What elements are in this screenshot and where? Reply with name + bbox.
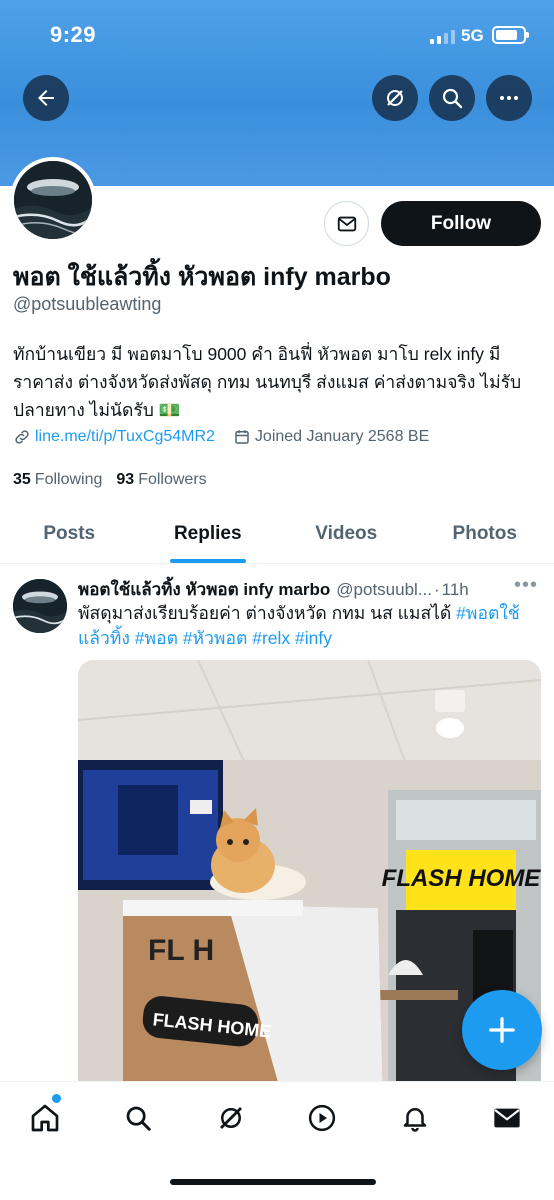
status-bar: 9:29 5G — [0, 0, 554, 70]
more-button[interactable] — [486, 75, 532, 121]
tweet-author-handle[interactable]: @potsuubl... — [336, 580, 432, 600]
battery-icon — [492, 26, 529, 44]
tweet-body: พัสดุมาส่งเรียบร้อยค่า ต่างจังหวัด กทม น… — [78, 603, 452, 623]
tab-replies[interactable]: Replies — [139, 504, 278, 563]
back-button[interactable] — [23, 75, 69, 121]
search-button[interactable] — [429, 75, 475, 121]
tab-photos-label: Photos — [452, 522, 517, 544]
nav-videos[interactable] — [299, 1095, 345, 1141]
hashtag[interactable]: #relx — [252, 628, 290, 648]
message-button[interactable] — [324, 201, 369, 246]
tweet-text: พัสดุมาส่งเรียบร้อยค่า ต่างจังหวัด กทม น… — [78, 601, 540, 651]
mail-icon — [337, 216, 356, 231]
flash-home-sign: FLASH HOME — [382, 865, 541, 892]
followers-link[interactable]: 93 Followers — [116, 471, 206, 489]
home-indicator — [170, 1179, 376, 1185]
tab-videos[interactable]: Videos — [277, 504, 416, 563]
profile-joined-date: Joined January 2568 BE — [254, 428, 430, 445]
tweet-time: 11h — [441, 579, 469, 599]
hashtag[interactable]: #พอต — [135, 628, 178, 648]
profile-link[interactable]: line.me/ti/p/TuxCg54MR2 — [35, 428, 215, 446]
grok-icon — [387, 90, 403, 106]
followers-count: 93 — [116, 471, 135, 488]
home-icon — [31, 1104, 59, 1132]
grok-icon — [220, 1107, 242, 1129]
tweet-more-icon[interactable]: ••• — [514, 574, 538, 597]
profile-stats: 35 Following 93 Followers — [13, 471, 207, 489]
tab-posts[interactable]: Posts — [0, 504, 139, 563]
mail-icon — [494, 1108, 520, 1128]
profile-handle: @potsuubleawting — [13, 294, 162, 314]
follow-button[interactable]: Follow — [381, 201, 541, 246]
counter-logo: FL H — [148, 934, 214, 967]
arrow-left-icon — [38, 90, 54, 106]
search-icon — [126, 1106, 151, 1131]
tweet-author-name[interactable]: พอตใช้แล้วทิ้ง หัวพอต infy marbo — [78, 576, 330, 603]
profile-display-name: พอต ใช้แล้วทิ้ง หัวพอต infy marbo — [13, 263, 391, 291]
nav-home[interactable] — [22, 1095, 68, 1141]
cell-signal-icon — [430, 28, 455, 44]
network-type: 5G — [461, 26, 484, 45]
search-icon — [442, 88, 463, 109]
link-icon — [15, 430, 29, 444]
tweet-header: พอตใช้แล้วทิ้ง หัวพอต infy marbo @potsuu… — [78, 574, 538, 603]
more-horizontal-icon — [500, 96, 518, 100]
compose-button[interactable] — [462, 990, 542, 1070]
calendar-icon — [235, 430, 249, 444]
tweet-avatar[interactable] — [13, 579, 67, 633]
tab-posts-label: Posts — [43, 522, 96, 544]
bell-icon — [403, 1108, 427, 1132]
home-notification-dot — [52, 1094, 61, 1103]
play-icon — [308, 1104, 336, 1132]
profile-avatar[interactable] — [10, 157, 96, 243]
active-tab-indicator — [169, 559, 246, 563]
following-count: 35 — [13, 471, 31, 488]
profile-bio: ทักบ้านเขียว มี พอตมาโบ 9000 คำ อินฟี่ ห… — [13, 344, 522, 420]
profile-tabs: Posts Replies Videos Photos — [0, 504, 554, 564]
tab-photos[interactable]: Photos — [416, 504, 554, 563]
followers-label: Followers — [138, 471, 207, 488]
nav-search[interactable] — [115, 1095, 161, 1141]
nav-messages[interactable] — [484, 1095, 530, 1141]
tab-videos-label: Videos — [315, 522, 378, 544]
tab-replies-label: Replies — [173, 522, 242, 544]
hashtag[interactable]: #หัวพอต — [183, 628, 248, 648]
profile-meta: line.me/ti/p/TuxCg54MR2 Joined January 2… — [13, 428, 429, 446]
nav-grok[interactable] — [208, 1095, 254, 1141]
following-link[interactable]: 35 Following — [13, 471, 102, 489]
tweet-dot: · — [433, 579, 440, 599]
nav-notifications[interactable] — [392, 1095, 438, 1141]
status-time: 9:29 — [50, 22, 97, 47]
plus-icon — [489, 1017, 515, 1043]
following-label: Following — [34, 471, 103, 488]
grok-button[interactable] — [372, 75, 418, 121]
hashtag[interactable]: #infy — [295, 628, 332, 648]
